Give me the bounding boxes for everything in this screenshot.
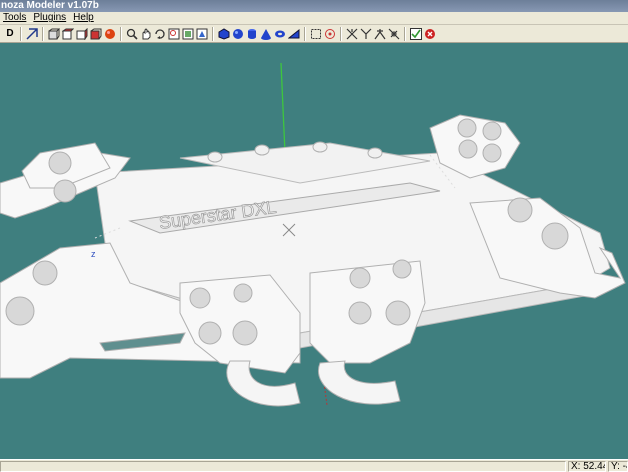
toolbar-separator (42, 26, 44, 41)
menu-plugins[interactable]: Plugins (30, 12, 70, 24)
pan-hand-icon[interactable] (140, 27, 152, 40)
menu-tools[interactable]: Tools (0, 12, 30, 24)
zoom-window-icon[interactable] (168, 28, 180, 40)
window-title: noza Modeler v1.07b (1, 0, 99, 11)
cube-solid-icon[interactable] (218, 27, 230, 40)
zoom-icon[interactable] (126, 28, 138, 40)
zoom-all-icon[interactable] (196, 28, 208, 40)
z-axis-label: z (91, 249, 96, 259)
tool-mirror-icon[interactable] (374, 28, 386, 40)
menu-tools-label: Tools (3, 12, 27, 23)
wedge-solid-icon[interactable] (288, 28, 300, 40)
stop-icon[interactable] (424, 28, 436, 40)
view-side-icon[interactable] (76, 27, 88, 40)
check-icon[interactable] (410, 27, 422, 40)
tool-rotate-axis-icon[interactable] (388, 28, 400, 40)
menu-plugins-label: Plugins (33, 12, 67, 23)
toolbar-separator (20, 26, 22, 41)
right-loop-bracket (309, 259, 426, 405)
render-sphere-icon[interactable] (104, 28, 116, 40)
torus-solid-icon[interactable] (274, 28, 286, 40)
transform-icon[interactable] (26, 27, 38, 40)
view-top-icon[interactable] (62, 28, 74, 40)
toolbar-separator (304, 26, 306, 41)
status-y-value: Y: -4 (611, 461, 627, 472)
toolbar-separator (404, 26, 406, 41)
cylinder-solid-icon[interactable] (246, 28, 258, 40)
toolbar-d-label: D (6, 28, 14, 39)
menu-help[interactable]: Help (70, 12, 98, 24)
sphere-solid-icon[interactable] (232, 28, 244, 40)
status-y-coord: Y: -4 (608, 461, 628, 472)
status-bar: X: 52.4499 Y: -4 (0, 459, 628, 472)
title-bar: noza Modeler v1.07b (0, 0, 628, 12)
view-iso-icon[interactable] (90, 28, 102, 40)
view-front-icon[interactable] (48, 28, 60, 40)
status-message-cell (0, 461, 566, 472)
tool-move-icon[interactable] (346, 28, 358, 40)
menu-bar: Tools Plugins Help (0, 12, 628, 25)
toolbar-separator (120, 26, 122, 41)
cone-solid-icon[interactable] (260, 28, 272, 40)
toolbar-d-button[interactable]: D (4, 28, 16, 40)
status-x-coord: X: 52.4499 (568, 461, 606, 472)
menu-help-label: Help (73, 12, 94, 23)
snap-grid-icon[interactable] (324, 28, 336, 40)
toolbar-separator (212, 26, 214, 41)
rotate-icon[interactable] (154, 28, 166, 40)
select-box-icon[interactable] (310, 28, 322, 40)
zoom-fit-icon[interactable] (182, 28, 194, 40)
model-canvas: Superstar DXL z (0, 62, 626, 407)
left-loop-bracket (179, 274, 301, 407)
3d-viewport[interactable]: Superstar DXL z (0, 43, 628, 459)
tool-scale-icon[interactable] (360, 28, 372, 40)
toolbar-separator (340, 26, 342, 41)
toolbar: D (0, 25, 628, 43)
status-x-value: X: 52.4499 (571, 461, 605, 472)
